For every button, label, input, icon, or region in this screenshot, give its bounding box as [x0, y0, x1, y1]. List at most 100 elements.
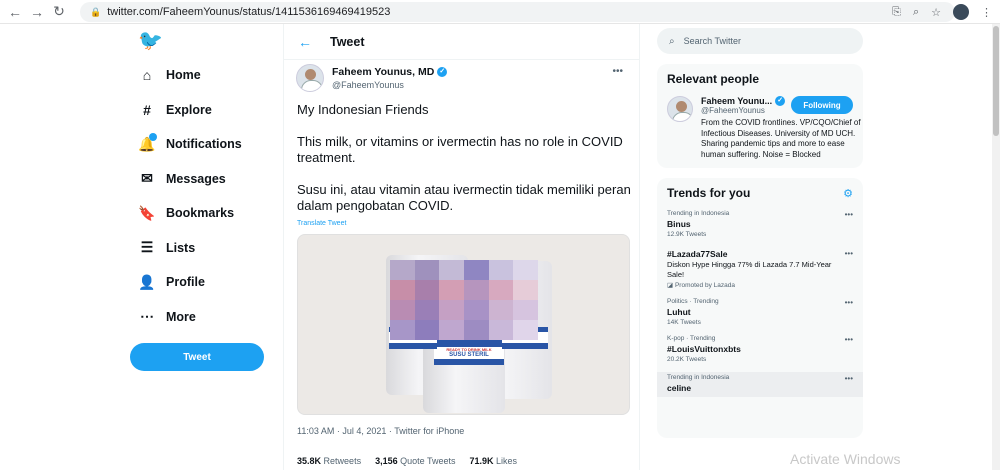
trend-context: Trending in Indonesia — [667, 210, 730, 217]
stat-count: 3,156 — [375, 456, 398, 466]
sidebar-item-label: Lists — [166, 240, 196, 255]
trend-item[interactable]: K-pop · Trending #LouisVuittonxbts 20.2K… — [667, 335, 853, 372]
can-label-title: SUSU STERIL — [449, 352, 489, 358]
following-button[interactable]: Following — [791, 96, 853, 114]
sidebar-item-bookmarks[interactable]: 🔖 Bookmarks — [130, 196, 275, 231]
url-text: twitter.com/FaheemYounus/status/14115361… — [107, 6, 391, 18]
address-bar[interactable]: 🔒 twitter.com/FaheemYounus/status/141153… — [80, 2, 955, 22]
tweet-button[interactable]: Tweet — [130, 343, 264, 371]
page-title: Tweet — [330, 34, 365, 49]
list-icon: ☰ — [140, 239, 154, 256]
sidebar-item-explore[interactable]: # Explore — [130, 93, 275, 128]
install-icon[interactable]: ⎘ — [892, 6, 901, 19]
more-options-icon[interactable]: ••• — [845, 374, 853, 383]
promoted-icon: ◪ — [667, 282, 674, 289]
more-options-icon[interactable]: ••• — [612, 66, 623, 77]
more-options-icon[interactable]: ••• — [845, 298, 853, 307]
sidebar-item-profile[interactable]: 👤 Profile — [130, 265, 275, 300]
sidebar-item-label: Home — [166, 68, 201, 83]
hashtag-icon: # — [143, 101, 151, 118]
trend-name: Luhut — [667, 307, 691, 317]
right-sidebar: ⌕ Search Twitter Relevant people Faheem … — [657, 28, 863, 438]
stat-label: Retweets — [323, 456, 362, 466]
tweet-paragraph: My Indonesian Friends — [297, 102, 429, 117]
likes-stat[interactable]: 71.9K Likes — [470, 456, 518, 466]
page-scrollbar[interactable] — [992, 24, 1000, 470]
avatar[interactable] — [667, 96, 693, 122]
pixelated-area — [390, 260, 538, 340]
profile-avatar[interactable] — [953, 4, 969, 20]
sidebar-item-label: Explore — [166, 102, 212, 117]
gear-icon[interactable]: ⚙ — [843, 187, 853, 200]
trend-context: Trending in Indonesia — [667, 374, 730, 381]
tweet-image[interactable]: READY TO DRINK MILK SUSU STERIL — [297, 234, 630, 415]
search-input[interactable]: ⌕ Search Twitter — [657, 28, 863, 54]
verified-icon: ✓ — [775, 96, 786, 106]
author-name[interactable]: Faheem Younus, MD ✓ — [332, 66, 448, 78]
more-options-icon[interactable]: ••• — [845, 249, 853, 258]
menu-icon[interactable]: ⋮ — [981, 6, 992, 19]
trend-count: 20.2K Tweets — [667, 356, 707, 363]
sidebar-item-more[interactable]: ⋯ More — [130, 300, 275, 335]
twitter-logo-icon[interactable]: 🐦 — [138, 28, 275, 58]
notification-dot — [149, 132, 157, 141]
person-bio: From the COVID frontlines. VP/CQO/Chief … — [701, 118, 861, 159]
card-title: Trends for you — [667, 186, 751, 200]
trend-context: Politics · Trending — [667, 298, 719, 305]
scrollbar-thumb[interactable] — [993, 26, 999, 136]
trend-item[interactable]: Politics · Trending Luhut 14K Tweets ••• — [667, 298, 853, 335]
stat-label: Quote Tweets — [400, 456, 456, 466]
sidebar-item-label: Messages — [166, 171, 226, 186]
tweet-paragraph: This milk, or vitamins or ivermectin has… — [297, 134, 623, 165]
trends-card: Trends for you ⚙ Trending in Indonesia B… — [657, 178, 863, 438]
promoted-text: Promoted by Lazada — [674, 282, 735, 289]
person-item[interactable]: Faheem Younu... ✓ @FaheemYounus From the … — [667, 96, 861, 160]
tweet-author: Faheem Younus, MD ✓ @FaheemYounus ••• — [296, 64, 631, 92]
trend-context: K-pop · Trending — [667, 335, 716, 342]
more-options-icon[interactable]: ••• — [845, 335, 853, 344]
trend-description: Diskon Hype Hingga 77% di Lazada 7.7 Mid… — [667, 260, 832, 279]
can-label: READY TO DRINK MILK SUSU STERIL — [434, 339, 504, 365]
relevant-people-card: Relevant people Faheem Younu... ✓ @Faheem… — [657, 64, 863, 168]
stat-count: 71.9K — [469, 456, 494, 466]
sidebar-item-messages[interactable]: ✉ Messages — [130, 162, 275, 197]
zoom-icon[interactable]: ⌕ — [913, 6, 919, 19]
back-icon[interactable]: ← — [4, 4, 26, 20]
tweet-header: ← Tweet — [284, 24, 639, 60]
trend-count: 14K Tweets — [667, 319, 701, 326]
promoted-label: ◪ Promoted by Lazada — [667, 281, 853, 289]
person-name-text: Faheem Younu... — [701, 96, 773, 106]
avatar[interactable] — [296, 64, 324, 92]
lock-icon: 🔒 — [90, 6, 102, 17]
reload-icon[interactable]: ↻ — [48, 3, 70, 20]
sidebar-item-lists[interactable]: ☰ Lists — [130, 231, 275, 266]
search-placeholder: Search Twitter — [683, 36, 741, 46]
author-handle[interactable]: @FaheemYounus — [332, 80, 447, 90]
stat-count: 35.8K — [297, 456, 322, 466]
sidebar: 🐦 ⌂ Home # Explore 🔔 Notifications ✉ Message… — [130, 28, 275, 371]
star-icon[interactable]: ☆ — [931, 6, 941, 19]
sidebar-item-home[interactable]: ⌂ Home — [130, 58, 275, 93]
sidebar-item-label: Bookmarks — [166, 206, 235, 221]
tweet-text: My Indonesian Friends This milk, or vita… — [297, 102, 632, 232]
tweet-stats: 35.8K Retweets 3,156 Quote Tweets 71.9K … — [297, 456, 517, 466]
sidebar-item-label: Profile — [166, 275, 205, 290]
translate-link[interactable]: Translate Tweet — [297, 216, 632, 232]
trend-item[interactable]: Trending in Indonesia Binus 12.9K Tweets… — [667, 210, 853, 247]
activate-windows-watermark: Activate Windows — [790, 451, 901, 467]
quote-tweets-stat[interactable]: 3,156 Quote Tweets — [375, 456, 455, 466]
browser-actions: ⎘ ⌕ ☆ ⋮ — [892, 4, 992, 20]
trend-item[interactable]: #Lazada77Sale Diskon Hype Hingga 77% di … — [667, 249, 853, 298]
trend-name: #Lazada77Sale — [667, 249, 728, 259]
forward-icon[interactable]: → — [26, 4, 48, 20]
back-arrow-icon[interactable]: ← — [298, 34, 312, 50]
browser-toolbar: ← → ↻ 🔒 twitter.com/FaheemYounus/status/… — [0, 0, 1000, 24]
search-icon: ⌕ — [669, 35, 675, 47]
sidebar-item-label: More — [166, 309, 196, 324]
sidebar-item-notifications[interactable]: 🔔 Notifications — [130, 127, 275, 162]
bookmark-icon: 🔖 — [138, 204, 156, 221]
tweet-timestamp[interactable]: 11:03 AM · Jul 4, 2021 · Twitter for iPh… — [297, 426, 464, 436]
trend-item[interactable]: Trending in Indonesia celine ••• — [657, 372, 863, 397]
retweets-stat[interactable]: 35.8K Retweets — [297, 456, 361, 466]
more-options-icon[interactable]: ••• — [845, 210, 853, 219]
